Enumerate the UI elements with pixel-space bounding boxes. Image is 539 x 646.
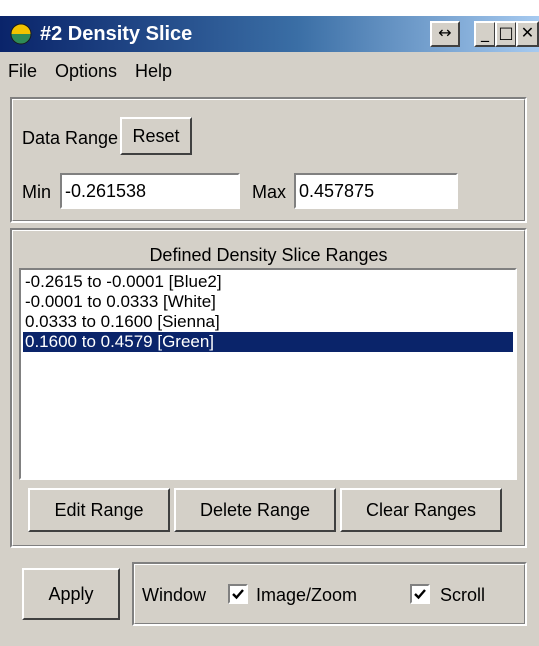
- window-label: Window: [142, 585, 207, 605]
- density-slice-window: #2 Density Slice ↔ _ □ ✕ File Options He…: [0, 16, 539, 646]
- slice-ranges-list[interactable]: -0.2615 to -0.0001 [Blue2] -0.0001 to 0.…: [19, 268, 517, 480]
- slice-ranges-heading: Defined Density Slice Ranges: [149, 245, 388, 265]
- idl-app-icon: [10, 23, 32, 45]
- reset-button[interactable]: Reset: [120, 117, 192, 155]
- menu-bar: File Options Help: [0, 52, 539, 88]
- checkmark-icon: [414, 589, 426, 600]
- image-zoom-label[interactable]: Image/Zoom: [256, 584, 357, 606]
- menu-file[interactable]: File: [8, 60, 37, 82]
- resize-icon[interactable]: ↔: [430, 21, 460, 47]
- list-item-selected[interactable]: 0.1600 to 0.4579 [Green]: [23, 332, 513, 352]
- data-range-group: Data Range Reset Min Max: [10, 97, 527, 223]
- min-label: Min: [22, 182, 52, 202]
- list-item[interactable]: 0.0333 to 0.1600 [Sienna]: [23, 312, 513, 332]
- data-range-label: Data Range: [22, 128, 119, 148]
- list-item[interactable]: -0.0001 to 0.0333 [White]: [23, 292, 513, 312]
- edit-range-button[interactable]: Edit Range: [28, 488, 170, 532]
- scroll-label[interactable]: Scroll: [440, 584, 485, 606]
- maximize-button[interactable]: □: [495, 21, 517, 47]
- window-title: #2 Density Slice: [40, 23, 193, 45]
- list-item[interactable]: -0.2615 to -0.0001 [Blue2]: [23, 272, 513, 292]
- min-input[interactable]: [60, 173, 240, 209]
- menu-options[interactable]: Options: [55, 60, 117, 82]
- slice-ranges-group: Defined Density Slice Ranges -0.2615 to …: [10, 228, 527, 548]
- close-button[interactable]: ✕: [516, 21, 539, 47]
- delete-range-button[interactable]: Delete Range: [174, 488, 336, 532]
- title-bar[interactable]: #2 Density Slice ↔ _ □ ✕: [0, 16, 539, 52]
- clear-ranges-button[interactable]: Clear Ranges: [340, 488, 502, 532]
- apply-button[interactable]: Apply: [22, 568, 120, 620]
- window-options-group: Window Image/Zoom Scroll: [132, 562, 527, 626]
- image-zoom-checkbox[interactable]: [228, 584, 248, 604]
- minimize-button[interactable]: _: [474, 21, 496, 47]
- checkmark-icon: [232, 589, 244, 600]
- menu-help[interactable]: Help: [135, 60, 172, 82]
- scroll-checkbox[interactable]: [410, 584, 430, 604]
- max-input[interactable]: [294, 173, 458, 209]
- max-label: Max: [252, 182, 287, 202]
